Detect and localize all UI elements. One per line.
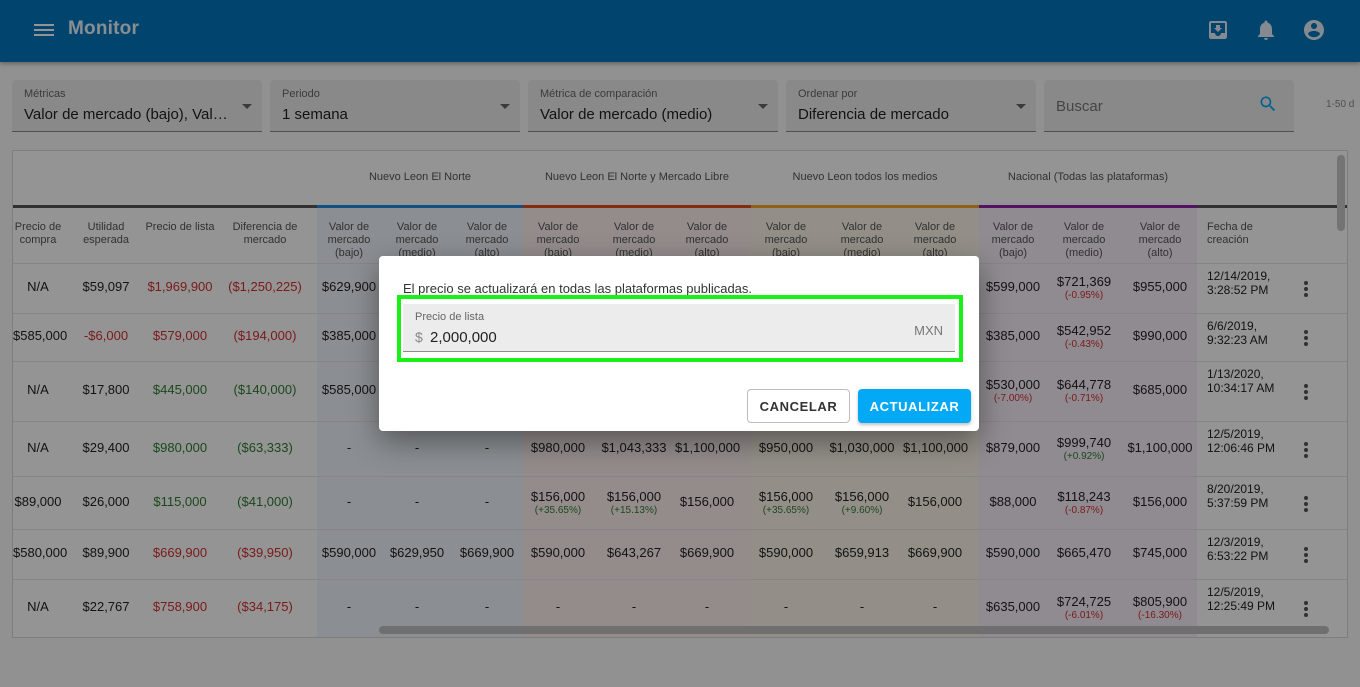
input-highlight-box [397,295,963,362]
update-price-dialog: El precio se actualizará en todas las pl… [379,256,979,431]
update-button[interactable]: ACTUALIZAR [858,389,971,423]
cancel-button[interactable]: CANCELAR [747,389,850,423]
dialog-message: El precio se actualizará en todas las pl… [403,281,753,296]
